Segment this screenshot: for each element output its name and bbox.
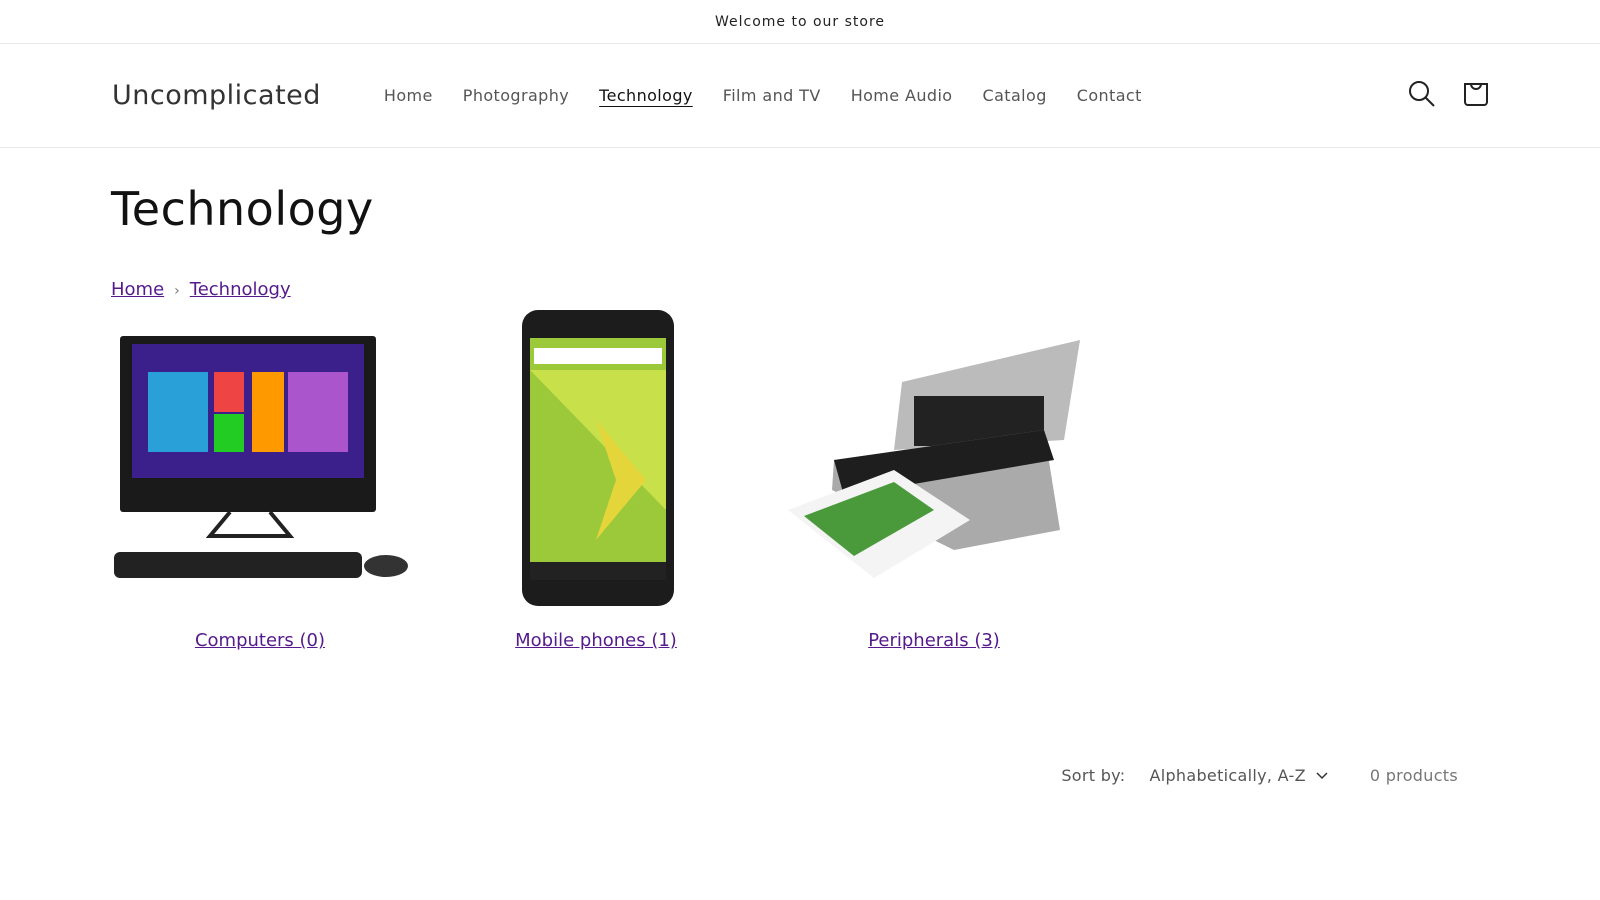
site-header: Uncomplicated Home Photography Technolog… xyxy=(0,44,1600,148)
sort-bar: Sort by: Alphabetically, A-Z 0 products xyxy=(1061,766,1458,785)
collection-card-peripherals[interactable]: Peripherals (3) xyxy=(784,310,1084,660)
cart-icon[interactable] xyxy=(1462,80,1490,108)
collection-card-mobile-phones[interactable]: Mobile phones (1) xyxy=(446,310,746,660)
breadcrumb: Home › Technology xyxy=(111,279,291,300)
breadcrumb-separator: › xyxy=(174,283,180,299)
sort-select[interactable]: Alphabetically, A-Z xyxy=(1149,766,1328,785)
store-logo[interactable]: Uncomplicated xyxy=(112,80,321,111)
product-count: 0 products xyxy=(1369,766,1458,785)
collection-link-mobile-phones[interactable]: Mobile phones (1) xyxy=(446,630,746,651)
nav-catalog[interactable]: Catalog xyxy=(968,86,1062,105)
nav-home[interactable]: Home xyxy=(369,86,448,105)
nav-film-and-tv[interactable]: Film and TV xyxy=(708,86,836,105)
page-title: Technology xyxy=(111,182,374,236)
sort-label: Sort by: xyxy=(1061,766,1126,785)
collection-link-computers[interactable]: Computers (0) xyxy=(110,630,410,651)
nav-home-audio[interactable]: Home Audio xyxy=(836,86,968,105)
search-icon[interactable] xyxy=(1408,80,1436,108)
sort-value: Alphabetically, A-Z xyxy=(1149,766,1306,785)
breadcrumb-technology[interactable]: Technology xyxy=(190,279,291,300)
nav-photography[interactable]: Photography xyxy=(448,86,584,105)
collection-link-peripherals[interactable]: Peripherals (3) xyxy=(784,630,1084,651)
collection-card-computers[interactable]: Computers (0) xyxy=(110,310,410,660)
chevron-down-icon xyxy=(1316,771,1328,779)
announcement-bar: Welcome to our store xyxy=(0,0,1600,44)
announcement-text: Welcome to our store xyxy=(714,13,886,30)
breadcrumb-home[interactable]: Home xyxy=(111,279,164,300)
printer-image[interactable] xyxy=(784,310,1084,590)
nav-technology[interactable]: Technology xyxy=(584,86,708,105)
nav-contact[interactable]: Contact xyxy=(1062,86,1157,105)
computer-image[interactable] xyxy=(110,310,410,590)
main-nav: Home Photography Technology Film and TV … xyxy=(369,86,1157,105)
smartphone-image[interactable] xyxy=(446,310,746,610)
